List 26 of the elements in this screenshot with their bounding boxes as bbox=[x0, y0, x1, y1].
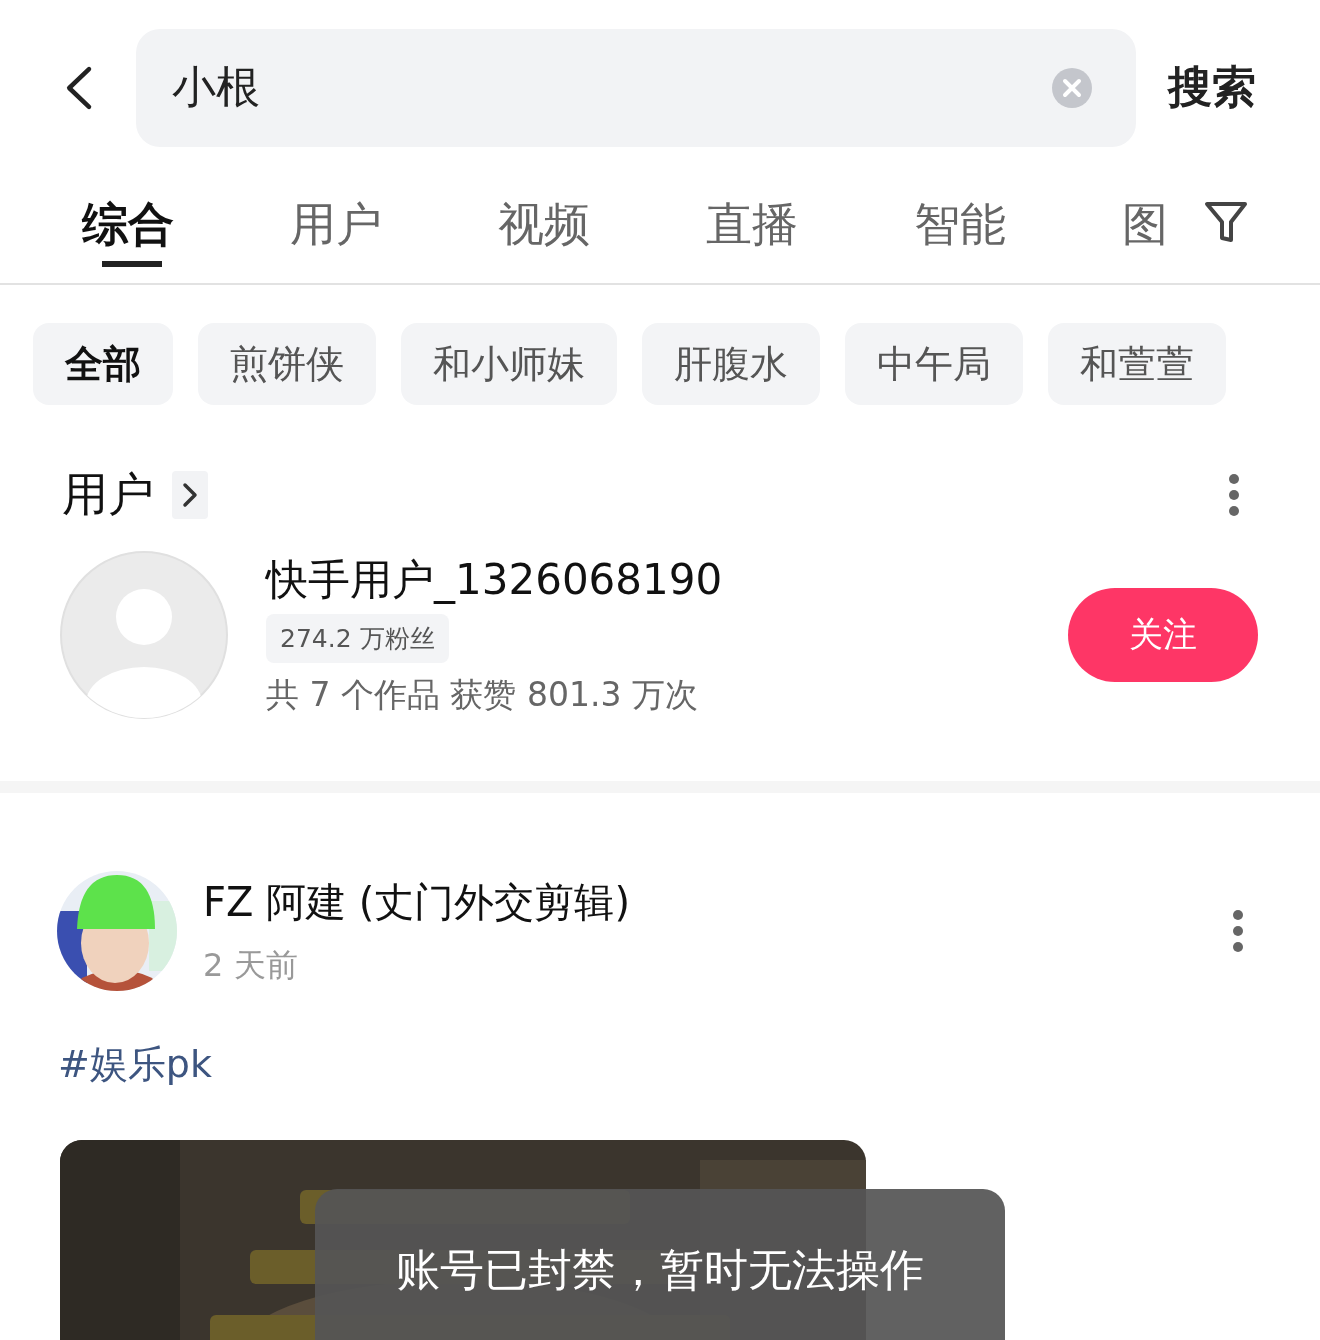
hashtag-link[interactable]: #娱乐pk bbox=[0, 991, 1320, 1090]
filter-chip[interactable]: 和小师妹 bbox=[401, 323, 617, 405]
tab[interactable]: 智能 bbox=[914, 179, 1122, 279]
filter-chip[interactable]: 肝腹水 bbox=[642, 323, 820, 405]
tab[interactable]: 用户 bbox=[290, 179, 498, 279]
user-stats: 共 7 个作品 获赞 801.3 万次 bbox=[266, 674, 698, 716]
more-icon[interactable] bbox=[1232, 909, 1244, 953]
post-time: 2 天前 bbox=[203, 944, 299, 986]
search-button[interactable]: 搜索 bbox=[1168, 58, 1256, 117]
tab[interactable]: 直播 bbox=[706, 179, 914, 279]
filter-chip[interactable]: 全部 bbox=[33, 323, 173, 405]
search-field[interactable]: 小根 bbox=[136, 28, 1136, 147]
toast-message: 账号已封禁，暂时无法操作 bbox=[315, 1189, 1005, 1340]
filter-icon[interactable] bbox=[1204, 200, 1248, 244]
more-icon[interactable] bbox=[1228, 473, 1240, 517]
filter-chip[interactable]: 和萱萱 bbox=[1048, 323, 1226, 405]
user-name[interactable]: 快手用户_1326068190 bbox=[266, 552, 723, 608]
tab[interactable]: 图 bbox=[1122, 179, 1204, 279]
filter-chip[interactable]: 中午局 bbox=[845, 323, 1023, 405]
chevron-right-icon[interactable] bbox=[172, 471, 208, 519]
follow-button[interactable]: 关注 bbox=[1068, 588, 1258, 682]
filter-chip[interactable]: 煎饼侠 bbox=[198, 323, 376, 405]
section-title: 用户 bbox=[62, 466, 154, 523]
tab[interactable]: 视频 bbox=[498, 179, 706, 279]
follower-count: 274.2 万粉丝 bbox=[266, 614, 449, 663]
author-name[interactable]: FZ 阿建 (丈门外交剪辑) bbox=[203, 874, 1232, 930]
